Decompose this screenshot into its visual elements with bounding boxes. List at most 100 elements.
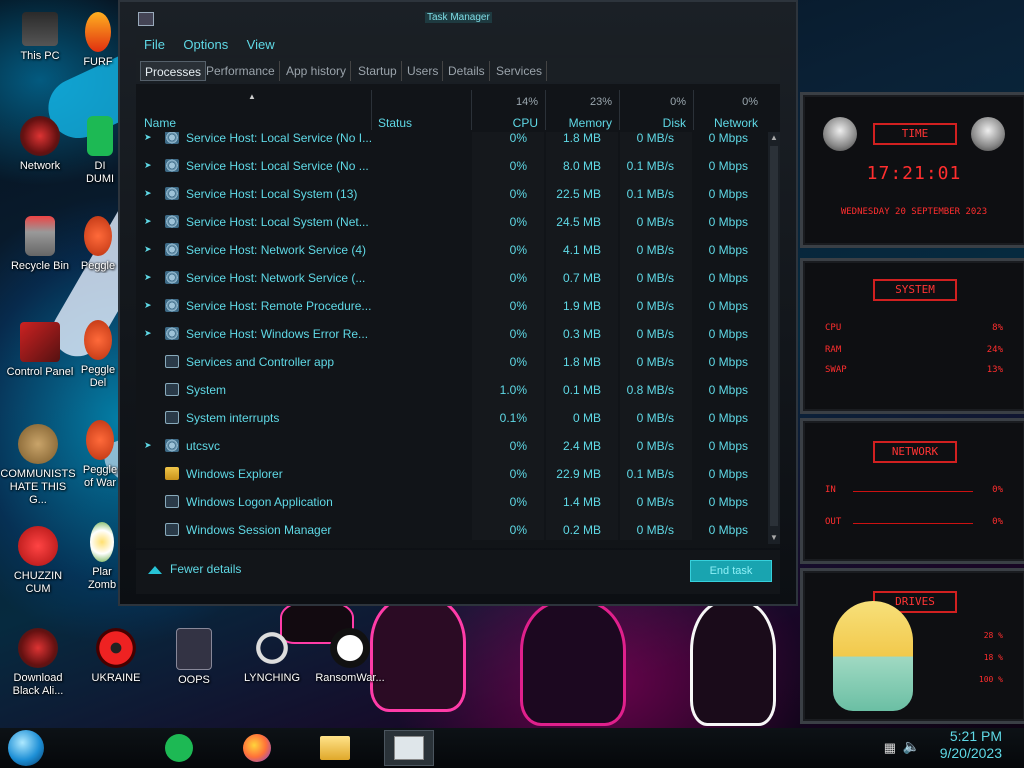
task-manager-window[interactable]: Task Manager File Options View Processes… [118, 0, 798, 606]
system-monitor-widget: TIME 17:21:01 WEDNESDAY 20 SEPTEMBER 202… [796, 88, 1024, 728]
time-panel: TIME 17:21:01 WEDNESDAY 20 SEPTEMBER 202… [800, 92, 1024, 248]
process-name: Service Host: Windows Error Re... [186, 327, 369, 341]
clock-time: 5:21 PM [949, 728, 1002, 744]
end-task-button[interactable]: End task [690, 560, 772, 582]
start-button[interactable] [8, 730, 44, 766]
desktop-icon-chuzzin[interactable]: CHUZZIN CUM [0, 526, 76, 596]
column-header-memory[interactable]: 23% Memory [546, 92, 618, 132]
taskbar-spotify[interactable] [158, 730, 200, 766]
expand-chevron-icon[interactable]: ➤ [144, 244, 152, 255]
menu-file[interactable]: File [144, 37, 165, 52]
process-memory: 2.4 MB [562, 439, 601, 453]
scroll-down-icon[interactable]: ▼ [768, 532, 780, 544]
process-row[interactable]: ➤ Service Host: Network Service (... 0% 0.7… [136, 264, 766, 292]
process-row[interactable]: ➤ Service Host: Local System (Net... 0% 24.… [136, 208, 766, 236]
scrollbar-thumb[interactable] [770, 146, 778, 526]
desktop-icon-peggle-of-war[interactable]: Peggle of War [78, 420, 122, 490]
process-disk: 0 MB/s [636, 215, 674, 229]
menu-bar: File Options View [136, 35, 780, 55]
process-cpu: 0% [509, 187, 527, 201]
process-name: Service Host: Remote Procedure... [186, 299, 372, 313]
process-network: 0 Mbps [708, 411, 748, 425]
process-disk: 0.1 MB/s [626, 187, 674, 201]
process-row[interactable]: ➤ utcsvc 0% 2.4 MB 0 MB/s 0 Mbps [136, 432, 766, 460]
desktop-icon-communists[interactable]: COMMUNISTS HATE THIS G... [0, 424, 76, 507]
cartoon-character-image [833, 601, 913, 711]
expand-chevron-icon[interactable]: ➤ [144, 440, 152, 451]
process-row[interactable]: ➤ Service Host: Windows Error Re... 0% 0.3 … [136, 320, 766, 348]
column-header-status[interactable]: Status [378, 92, 470, 132]
process-row[interactable]: Windows Logon Application 0% 1.4 MB 0 MB/s 0… [136, 488, 766, 516]
process-row[interactable]: Services and Controller app 0% 1.8 MB 0 MB/… [136, 348, 766, 376]
tab-users[interactable]: Users [403, 61, 444, 81]
menu-options[interactable]: Options [183, 37, 228, 52]
desktop-icon-ukraine[interactable]: UKRAINE [78, 628, 154, 685]
chuzzle-icon [18, 526, 58, 566]
expand-chevron-icon[interactable]: ➤ [144, 132, 152, 143]
tab-performance[interactable]: Performance [202, 61, 280, 81]
process-network: 0 Mbps [708, 327, 748, 341]
title-bar[interactable]: Task Manager [120, 2, 796, 34]
process-row[interactable]: Windows Session Manager 0% 0.2 MB 0 MB/s 0 M… [136, 516, 766, 540]
memory-total: 23% [589, 96, 612, 108]
task-manager-icon [394, 736, 424, 760]
process-name: Service Host: Local Service (No I... [186, 132, 373, 145]
volume-icon[interactable]: 🔈 [903, 738, 920, 755]
gear-icon [165, 187, 179, 200]
desktop-icon-peggle-deluxe[interactable]: Peggle Del [78, 320, 118, 390]
desktop-icon-download-black-ali[interactable]: Download Black Ali... [0, 628, 76, 698]
process-row[interactable]: ➤ Service Host: Local Service (No ... 0% 8.… [136, 152, 766, 180]
desktop-icon-lynching[interactable]: LYNCHING [234, 628, 310, 685]
desktop-icon-control-panel[interactable]: Control Panel [2, 322, 78, 379]
desktop-icon-plants-zombies[interactable]: Plar Zomb [84, 522, 120, 592]
expand-chevron-icon[interactable]: ➤ [144, 328, 152, 339]
desktop-icon-peggle[interactable]: Peggle [78, 216, 118, 273]
desktop-icon-recycle-bin[interactable]: Recycle Bin [2, 216, 78, 273]
process-row[interactable]: ➤ Service Host: Network Service (4) 0% 4.1 … [136, 236, 766, 264]
network-title: NETWORK [873, 441, 957, 463]
column-header-network[interactable]: 0% Network [694, 92, 764, 132]
desktop-icon-furf[interactable]: FURF [78, 12, 118, 69]
tab-details[interactable]: Details [444, 61, 490, 81]
expand-chevron-icon[interactable]: ➤ [144, 272, 152, 283]
desktop-icon-this-pc[interactable]: This PC [2, 12, 78, 63]
process-row[interactable]: ➤ Service Host: Local System (13) 0% 22.5 M… [136, 180, 766, 208]
desktop-icon-oops[interactable]: OOPS [156, 628, 232, 687]
menu-view[interactable]: View [247, 37, 275, 52]
process-row[interactable]: System 1.0% 0.1 MB 0.8 MB/s 0 Mbps [136, 376, 766, 404]
process-memory: 1.8 MB [562, 355, 601, 369]
column-header-cpu[interactable]: 14% CPU [472, 92, 544, 132]
peggle-icon [86, 420, 114, 460]
process-row[interactable]: ➤ Service Host: Local Service (No I... 0% 1… [136, 132, 766, 152]
expand-chevron-icon[interactable]: ➤ [144, 300, 152, 311]
tab-startup[interactable]: Startup [354, 61, 402, 81]
process-row[interactable]: System interrupts 0.1% 0 MB 0 MB/s 0 Mbps [136, 404, 766, 432]
expand-chevron-icon[interactable]: ➤ [144, 160, 152, 171]
desktop-icon-dumi[interactable]: DI DUMI [82, 116, 118, 186]
process-memory: 8.0 MB [562, 159, 601, 173]
column-header-disk[interactable]: 0% Disk [620, 92, 692, 132]
process-row[interactable]: ➤ Service Host: Remote Procedure... 0% 1.9 … [136, 292, 766, 320]
taskbar-task-manager[interactable] [384, 730, 434, 766]
taskbar: ▦ 🔈 5:21 PM 9/20/2023 [0, 728, 1024, 768]
taskbar-clock[interactable]: 5:21 PM 9/20/2023 [940, 728, 1002, 762]
expand-chevron-icon[interactable]: ➤ [144, 188, 152, 199]
taskbar-firefox[interactable] [236, 730, 278, 766]
process-disk: 0 MB/s [636, 271, 674, 285]
scroll-up-icon[interactable]: ▲ [768, 132, 780, 144]
desktop-icon-ransomware[interactable]: RansomWar... [312, 628, 388, 685]
tab-app-history[interactable]: App history [282, 61, 352, 81]
column-header-name[interactable]: ▲ Name [144, 92, 370, 132]
fewer-details-button[interactable]: Fewer details [148, 562, 241, 576]
process-name: Service Host: Local System (13) [186, 187, 358, 201]
vertical-scrollbar[interactable]: ▲ ▼ [768, 132, 780, 544]
process-row[interactable]: Windows Explorer 0% 22.9 MB 0.1 MB/s 0 Mbps [136, 460, 766, 488]
taskbar-file-explorer[interactable] [314, 730, 356, 766]
expand-chevron-icon[interactable]: ➤ [144, 216, 152, 227]
tab-processes[interactable]: Processes [140, 61, 207, 81]
tab-services[interactable]: Services [492, 61, 548, 81]
process-name: System interrupts [186, 411, 280, 425]
process-cpu: 0% [509, 215, 527, 229]
network-tray-icon[interactable]: ▦ [884, 740, 896, 756]
desktop-icon-network[interactable]: Network [2, 116, 78, 173]
